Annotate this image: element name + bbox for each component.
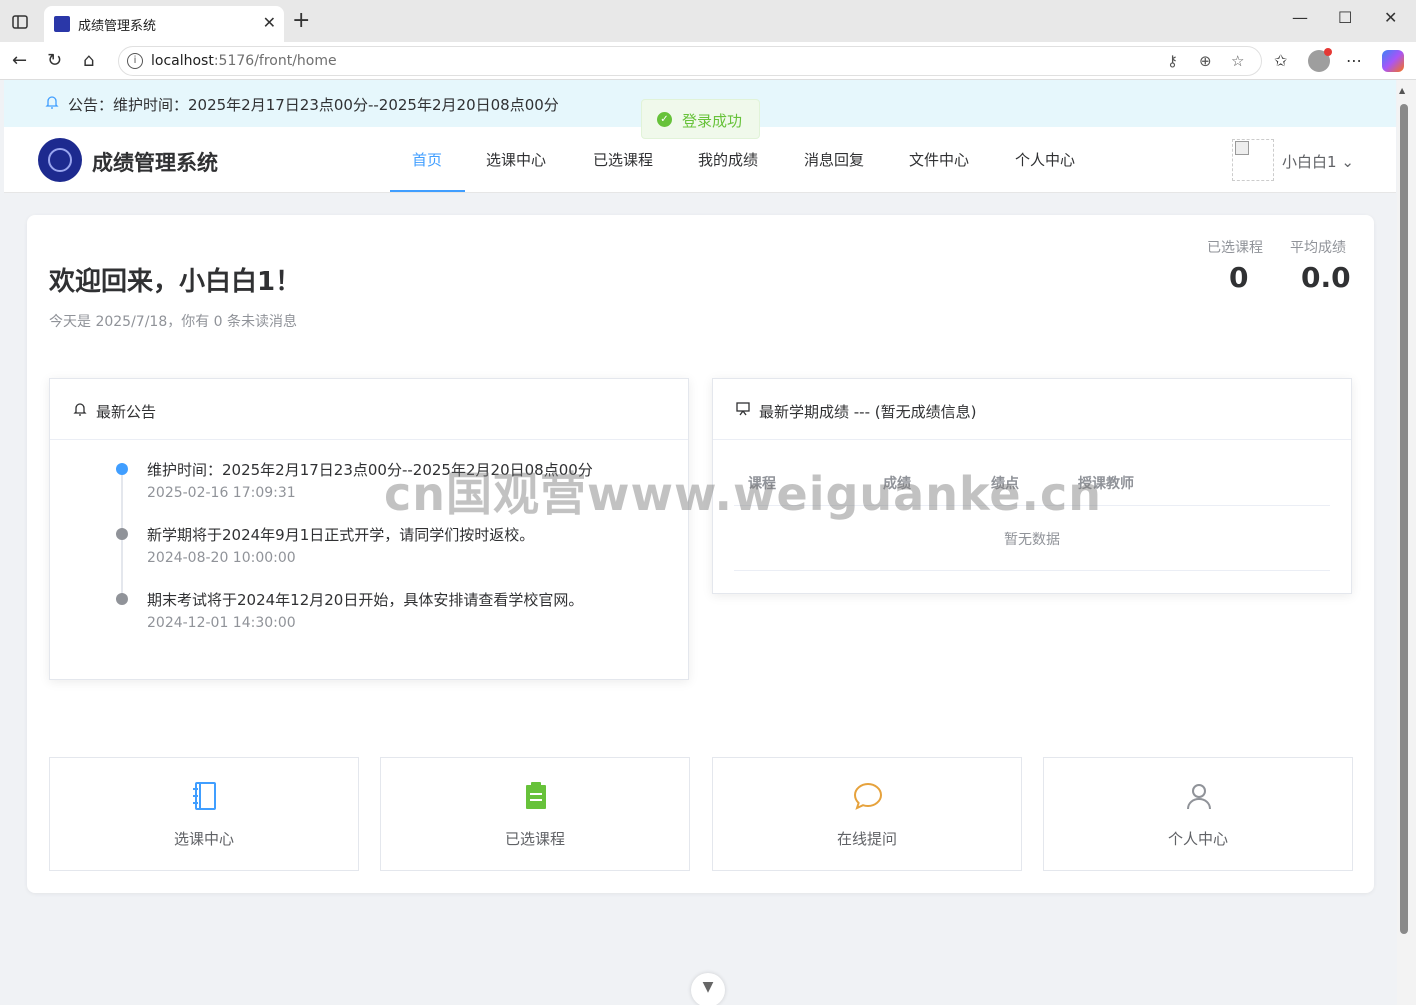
quick-link-selected-courses[interactable]: 已选课程 (380, 757, 690, 871)
announcement-time: 2024-08-20 10:00:00 (147, 550, 296, 566)
announcement-time: 2024-12-01 14:30:00 (147, 615, 296, 631)
quick-link-label: 个人中心 (1167, 830, 1228, 848)
nav-profile[interactable]: 个人中心 (1015, 149, 1075, 170)
browser-tab[interactable]: 成绩管理系统 ✕ (44, 6, 284, 42)
site-info-icon[interactable]: i (127, 53, 143, 69)
empty-state: 暂无数据 (1004, 532, 1060, 548)
watermark: cn国观营www.weiguanke.cn (384, 467, 1103, 521)
stat-value-courses: 0 (1229, 261, 1249, 294)
minimize-icon[interactable]: — (1292, 8, 1308, 27)
nav-messages[interactable]: 消息回复 (804, 149, 864, 170)
close-tab-icon[interactable]: ✕ (263, 13, 276, 32)
bell-icon (45, 96, 59, 109)
reload-icon[interactable]: ↻ (47, 50, 62, 71)
scrollbar-thumb[interactable] (1400, 104, 1408, 934)
nav-home[interactable]: 首页 (412, 149, 442, 170)
url-text: localhost:5176/front/home (151, 53, 337, 69)
quick-link-course-selection[interactable]: 选课中心 (49, 757, 359, 871)
more-menu-icon[interactable]: ⋯ (1346, 51, 1362, 70)
close-window-icon[interactable]: ✕ (1384, 8, 1397, 27)
quick-link-label: 在线提问 (836, 830, 897, 848)
panel-header: 最新学期成绩 --- (暂无成绩信息) (713, 379, 1351, 440)
toast-text: 登录成功 (682, 112, 743, 130)
stat-label-courses: 已选课程 (1207, 240, 1263, 256)
scroll-up-icon[interactable]: ▲ (1399, 86, 1405, 95)
announcement-content: 新学期将于2024年9月1日正式开学，请同学们按时返校。 (147, 526, 535, 544)
dashboard-card: 欢迎回来，小白白1！ 今天是 2025/7/18，你有 0 条未读消息 已选课程… (27, 215, 1374, 893)
tab-title: 成绩管理系统 (78, 19, 157, 34)
broken-image-icon (1235, 141, 1249, 155)
site-title[interactable]: 成绩管理系统 (92, 147, 218, 177)
maximize-icon[interactable]: ☐ (1338, 8, 1352, 27)
quick-link-online-question[interactable]: 在线提问 (712, 757, 1022, 871)
stat-value-average: 0.0 (1301, 261, 1351, 294)
panel-header: 最新公告 (50, 379, 688, 440)
panel-title: 最新公告 (96, 403, 157, 421)
nav-files[interactable]: 文件中心 (909, 149, 969, 170)
nav-selected-courses[interactable]: 已选课程 (593, 149, 653, 170)
school-logo[interactable] (38, 138, 82, 182)
welcome-title: 欢迎回来，小白白1！ (49, 267, 302, 297)
scroll-down-button[interactable]: ▼ (691, 973, 725, 1005)
user-icon (1187, 784, 1211, 810)
nav-my-grades[interactable]: 我的成绩 (698, 149, 758, 170)
zoom-icon[interactable]: ⊕ (1199, 52, 1212, 70)
notice-text: 公告：维护时间：2025年2月17日23点00分--2025年2月20日08点0… (68, 96, 559, 114)
copilot-icon[interactable] (1382, 50, 1404, 72)
check-circle-icon: ✓ (657, 112, 672, 127)
browser-toolbar: ← ↻ ⌂ i localhost:5176/front/home ⚷ ⊕ ☆ … (0, 42, 1416, 80)
stat-label-average: 平均成绩 (1290, 240, 1346, 256)
page-viewport: 公告：维护时间：2025年2月17日23点00分--2025年2月20日08点0… (4, 80, 1396, 1005)
nav-course-selection[interactable]: 选课中心 (486, 149, 546, 170)
chevron-down-icon: ⌄ (1341, 153, 1354, 171)
welcome-subline: 今天是 2025/7/18，你有 0 条未读消息 (49, 314, 298, 330)
announcement-content: 期末考试将于2024年12月20日开始，具体安排请查看学校官网。 (147, 591, 584, 609)
user-dropdown[interactable]: 小白白1 ⌄ (1282, 151, 1354, 172)
quick-link-label: 选课中心 (173, 830, 234, 848)
login-success-toast: ✓ 登录成功 (641, 99, 760, 139)
quick-link-label: 已选课程 (504, 830, 565, 848)
announcements-panel: 最新公告 维护时间：2025年2月17日23点00分--2025年2月20日08… (49, 378, 689, 680)
quick-link-profile[interactable]: 个人中心 (1043, 757, 1353, 871)
clipboard-icon (526, 782, 546, 809)
home-icon[interactable]: ⌂ (83, 50, 94, 71)
timeline-dot (116, 528, 128, 540)
table-divider (734, 570, 1330, 571)
panel-title: 最新学期成绩 --- (暂无成绩信息) (759, 403, 977, 421)
timeline-dot (116, 593, 128, 605)
notification-dot (1324, 48, 1332, 56)
favorites-icon[interactable]: ✩ (1274, 51, 1287, 70)
chevron-down-icon: ▼ (702, 979, 714, 995)
back-icon[interactable]: ← (12, 50, 27, 71)
new-tab-icon[interactable]: + (292, 8, 310, 33)
favorite-star-icon[interactable]: ☆ (1231, 52, 1244, 70)
bell-icon (73, 403, 87, 416)
nav-active-indicator (390, 190, 465, 192)
timeline-dot (116, 463, 128, 475)
presentation-icon (736, 402, 750, 416)
chat-bubble-icon (853, 782, 883, 810)
tab-actions-icon[interactable] (10, 12, 30, 32)
key-icon[interactable]: ⚷ (1167, 52, 1178, 70)
announcement-time: 2025-02-16 17:09:31 (147, 485, 296, 501)
address-input[interactable]: i localhost:5176/front/home ⚷ ⊕ ☆ (118, 46, 1262, 76)
favicon-icon (54, 16, 70, 32)
browser-tab-bar: 成绩管理系统 ✕ + — ☐ ✕ (0, 0, 1416, 42)
notebook-icon (193, 782, 216, 810)
